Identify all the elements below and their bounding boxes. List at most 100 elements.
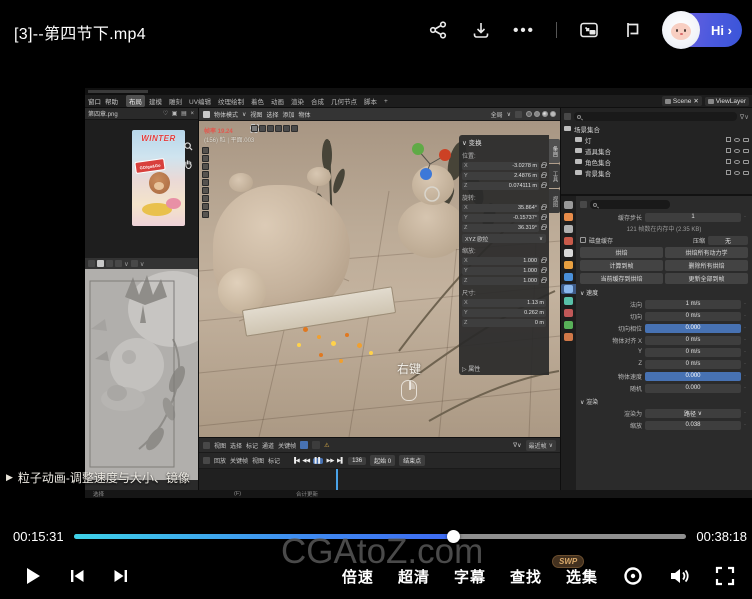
location-z-field[interactable]: Z0.074111 m <box>462 182 539 190</box>
frame-start-field[interactable]: 起始 0 <box>370 455 395 466</box>
quality-button[interactable]: 超清 <box>398 566 430 587</box>
tab-material[interactable] <box>561 332 576 342</box>
tab-object[interactable] <box>561 260 576 270</box>
viewport-menu-view[interactable]: 视图 <box>250 110 262 119</box>
viewlayer-selector[interactable]: ViewLayer <box>705 97 749 106</box>
transport-controls[interactable]: ▐◀ ◀◀ ▌▌ ▶▶ ▶▌ <box>292 458 344 464</box>
playhead[interactable] <box>336 469 338 490</box>
velocity-field[interactable]: 0 m/s <box>645 348 741 357</box>
lock-icon[interactable] <box>541 216 546 220</box>
properties-search[interactable] <box>590 200 670 209</box>
outliner-row[interactable]: 角色集合 <box>564 156 749 167</box>
lock-icon[interactable] <box>541 174 546 178</box>
image-nav-gizmos[interactable] <box>184 142 193 169</box>
tl2-menu[interactable]: 回放 <box>214 456 226 465</box>
workspace-tab[interactable]: 布局 <box>126 95 145 107</box>
add-workspace-tab[interactable]: + <box>381 97 391 106</box>
tab-world[interactable] <box>561 248 576 258</box>
workspace-tab[interactable]: 渲染 <box>288 95 307 107</box>
viewport-menu-add[interactable]: 添加 <box>282 110 294 119</box>
snap-icon[interactable] <box>515 111 522 118</box>
dim-x-field[interactable]: X1.13 m <box>462 299 546 307</box>
tab-viewlayer[interactable] <box>561 224 576 234</box>
search-button[interactable]: 查找 <box>510 566 542 587</box>
lock-icon[interactable] <box>541 206 546 210</box>
cache-step-field[interactable]: 1 <box>645 213 741 222</box>
workspace-tab[interactable]: UV编辑 <box>186 95 214 107</box>
tab-scene[interactable] <box>561 236 576 246</box>
velocity-field[interactable]: 0 m/s <box>645 360 741 369</box>
dim-y-field[interactable]: Y0.262 m <box>462 309 546 317</box>
snap-toggle[interactable] <box>312 441 320 449</box>
render-scale-field[interactable]: 0.038 <box>645 421 741 430</box>
camera-icon[interactable] <box>743 171 749 175</box>
tab-modifiers[interactable] <box>561 272 576 282</box>
disk-cache-checkbox[interactable] <box>580 237 586 243</box>
outliner-search[interactable] <box>574 112 737 121</box>
image-editor-icons[interactable]: ♡ ▣ ▤ × <box>163 110 195 117</box>
eye-icon[interactable] <box>734 171 740 175</box>
mode-selector[interactable]: 物体模式 <box>214 110 238 119</box>
update-all-button[interactable]: 更新全部到帧 <box>665 273 748 284</box>
location-x-field[interactable]: X-3.0278 m <box>462 162 539 170</box>
lock-icon[interactable] <box>541 184 546 188</box>
sidebar-tab-item[interactable]: 条目 <box>549 139 560 163</box>
record-icon[interactable] <box>622 565 644 587</box>
tab-particles[interactable] <box>561 284 576 294</box>
tab-render[interactable] <box>561 200 576 210</box>
velocity-section-header[interactable]: ∨ 速度 <box>580 288 748 297</box>
sidebar-tab-view[interactable]: 视图 <box>549 189 560 213</box>
volume-icon[interactable] <box>668 565 690 587</box>
viewport-toolbar[interactable] <box>202 147 209 218</box>
sync-dropdown[interactable]: 最近帧∨ <box>526 440 556 451</box>
checkbox-icon[interactable] <box>726 137 731 142</box>
speed-button[interactable]: 倍速 <box>342 566 374 587</box>
display-mode-icon[interactable] <box>564 113 571 120</box>
dim-z-field[interactable]: Z0 m <box>462 319 546 327</box>
velocity-field[interactable]: 0 m/s <box>645 312 741 321</box>
location-y-field[interactable]: Y2.4876 m <box>462 172 539 180</box>
workspace-tab[interactable]: 着色 <box>248 95 267 107</box>
rotation-z-field[interactable]: Z36.319° <box>462 224 539 232</box>
velocity-field[interactable]: 1 m/s <box>645 300 741 309</box>
tab-physics[interactable] <box>561 296 576 306</box>
scale-z-field[interactable]: Z1.000 <box>462 277 539 285</box>
more-icon[interactable]: ••• <box>513 19 535 41</box>
workspace-tab[interactable]: 建模 <box>146 95 165 107</box>
camera-icon[interactable] <box>743 138 749 142</box>
checkbox-icon[interactable] <box>726 159 731 164</box>
lock-icon[interactable] <box>541 164 546 168</box>
tl2-menu[interactable]: 关键帧 <box>230 456 248 465</box>
render-as-dropdown[interactable]: 路径 ∨ <box>645 409 741 418</box>
tl-menu[interactable]: 标记 <box>246 441 258 450</box>
sidebar-tab-tool[interactable]: 工具 <box>549 164 560 188</box>
eye-icon[interactable] <box>734 160 740 164</box>
breadcrumb-icon[interactable] <box>580 201 587 208</box>
workspace-tab[interactable]: 雕刻 <box>166 95 185 107</box>
filter-icon[interactable]: ∇∨ <box>513 442 521 449</box>
compression-dropdown[interactable]: 无 <box>708 236 748 245</box>
velocity-field[interactable]: 0 m/s <box>645 336 741 345</box>
next-button[interactable] <box>110 565 132 587</box>
filter-icon[interactable]: ∇∨ <box>740 113 749 121</box>
checkbox-icon[interactable] <box>726 148 731 153</box>
episodes-button[interactable]: 选集 <box>566 566 598 587</box>
tl-menu[interactable]: 选择 <box>230 441 242 450</box>
previous-button[interactable] <box>66 565 88 587</box>
account-pill[interactable]: Hi › <box>664 13 742 47</box>
tab-output[interactable] <box>561 212 576 222</box>
tl-menu[interactable]: 通道 <box>262 441 274 450</box>
frame-end-field[interactable]: 结束点 <box>399 455 425 466</box>
scene-selector[interactable]: Scene✕ <box>662 96 702 106</box>
velocity-slider[interactable]: 0.000 <box>645 372 741 381</box>
bake-button[interactable]: 烘焙 <box>580 247 663 258</box>
render-section-header[interactable]: ∨ 渲染 <box>580 397 748 406</box>
select-tool-options[interactable] <box>251 125 298 132</box>
lock-icon[interactable] <box>541 279 546 283</box>
timeline-track[interactable] <box>199 469 560 490</box>
workspace-tab[interactable]: 几何节点 <box>328 95 360 107</box>
clay-viewport-header[interactable]: ∨∨ <box>85 258 198 269</box>
scale-x-field[interactable]: X1.000 <box>462 257 539 265</box>
download-icon[interactable] <box>470 19 492 41</box>
rotation-x-field[interactable]: X35.864° <box>462 204 539 212</box>
